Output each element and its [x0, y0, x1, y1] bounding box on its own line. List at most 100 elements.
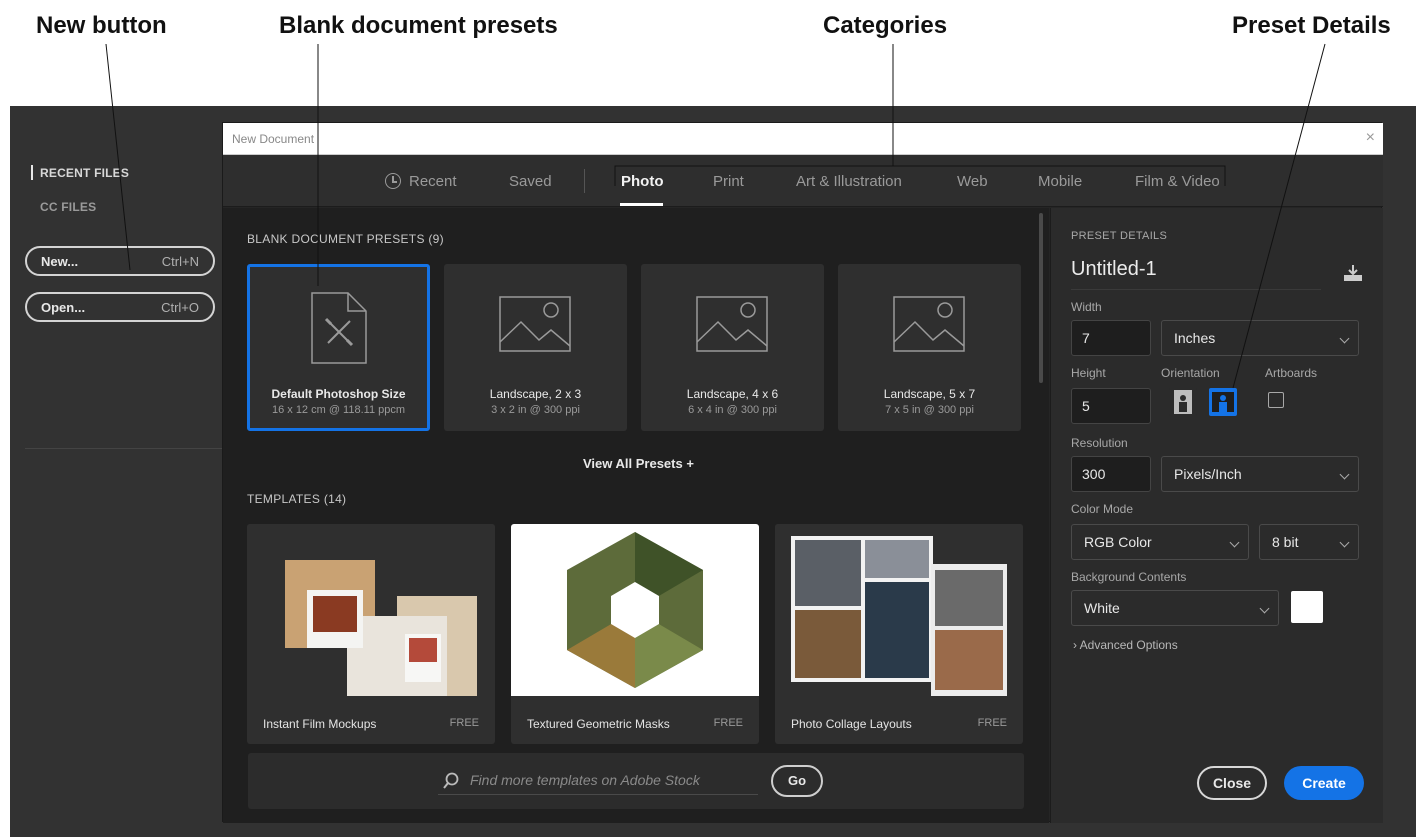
width-unit-select[interactable]: Inches: [1161, 320, 1359, 356]
tab-film-video[interactable]: Film & Video: [1135, 173, 1220, 190]
preset-card[interactable]: Default Photoshop Size 16 x 12 cm @ 118.…: [247, 264, 430, 431]
advanced-options-toggle[interactable]: › Advanced Options: [1073, 638, 1178, 652]
presets-main-area: BLANK DOCUMENT PRESETS (9) Default Photo…: [223, 208, 1049, 823]
panel-divider: [25, 448, 222, 449]
width-unit-value: Inches: [1174, 330, 1216, 346]
tab-art-illustration[interactable]: Art & Illustration: [796, 173, 902, 190]
go-button[interactable]: Go: [771, 765, 823, 797]
search-icon: [443, 772, 459, 789]
width-input[interactable]: 7: [1071, 320, 1151, 356]
stock-search-input[interactable]: Find more templates on Adobe Stock: [438, 769, 758, 795]
artboards-checkbox[interactable]: [1268, 392, 1284, 408]
advanced-options-label: Advanced Options: [1079, 638, 1178, 652]
templates-heading-text: TEMPLATES: [247, 492, 321, 506]
template-name: Photo Collage Layouts: [791, 717, 912, 731]
width-label: Width: [1071, 300, 1102, 314]
category-tabs: Recent Saved Photo Print Art & Illustrat…: [223, 155, 1383, 207]
bit-depth-select[interactable]: 8 bit: [1259, 524, 1359, 560]
portrait-orientation-button[interactable]: [1169, 388, 1197, 416]
chevron-down-icon: [1259, 603, 1270, 614]
orientation-label: Orientation: [1161, 366, 1220, 380]
preset-title: Default Photoshop Size: [271, 387, 406, 401]
open-button[interactable]: Open... Ctrl+O: [25, 292, 215, 322]
save-preset-icon[interactable]: [1342, 263, 1364, 283]
preset-card[interactable]: Landscape, 4 x 6 6 x 4 in @ 300 ppi: [641, 264, 824, 431]
image-icon: [893, 296, 965, 352]
portrait-icon: [1174, 390, 1192, 414]
presets-count: (9): [428, 232, 444, 246]
template-thumbnail: [775, 524, 1023, 696]
scrollbar[interactable]: [1039, 213, 1043, 383]
clock-icon: [385, 173, 401, 189]
template-card[interactable]: Photo Collage Layouts FREE: [775, 524, 1023, 744]
new-document-dialog: New Document × Recent Saved Photo Print …: [222, 122, 1383, 823]
tab-web[interactable]: Web: [957, 173, 988, 190]
template-thumbnail: [247, 524, 495, 696]
document-icon: [311, 292, 367, 364]
callout-categories: Categories: [823, 12, 948, 39]
close-button[interactable]: Close: [1197, 766, 1267, 800]
stock-search-bar: Find more templates on Adobe Stock Go: [248, 753, 1024, 809]
resolution-unit-select[interactable]: Pixels/Inch: [1161, 456, 1359, 492]
tab-photo[interactable]: Photo: [621, 173, 664, 190]
color-mode-select[interactable]: RGB Color: [1071, 524, 1249, 560]
open-shortcut: Ctrl+O: [161, 299, 199, 315]
resolution-label: Resolution: [1071, 436, 1128, 450]
height-input[interactable]: 5: [1071, 388, 1151, 424]
template-price: FREE: [977, 717, 1007, 729]
resolution-unit-value: Pixels/Inch: [1174, 466, 1242, 482]
recent-files-nav[interactable]: RECENT FILES: [30, 165, 129, 180]
preset-title: Landscape, 4 x 6: [686, 387, 779, 401]
background-contents-label: Background Contents: [1071, 570, 1187, 584]
image-icon: [696, 296, 768, 352]
tab-print[interactable]: Print: [713, 173, 744, 190]
close-icon[interactable]: ×: [1366, 129, 1375, 147]
color-mode-label: Color Mode: [1071, 502, 1134, 516]
tab-separator: [584, 169, 585, 193]
template-card[interactable]: Textured Geometric Masks FREE: [511, 524, 759, 744]
callout-new-button: New button: [36, 12, 167, 39]
chevron-down-icon: [1339, 537, 1350, 548]
tab-recent[interactable]: Recent: [385, 173, 457, 190]
callout-blank-presets: Blank document presets: [279, 12, 558, 39]
dialog-titlebar: New Document ×: [223, 123, 1383, 155]
template-thumbnail: [511, 524, 759, 696]
presets-heading-text: BLANK DOCUMENT PRESETS: [247, 232, 425, 246]
background-contents-value: White: [1084, 600, 1120, 616]
template-price: FREE: [713, 717, 743, 729]
stock-search-placeholder: Find more templates on Adobe Stock: [470, 772, 700, 788]
new-button[interactable]: New... Ctrl+N: [25, 246, 215, 276]
create-button[interactable]: Create: [1284, 766, 1364, 800]
templates-heading: TEMPLATES (14): [247, 492, 346, 506]
chevron-down-icon: [1229, 537, 1240, 548]
preset-subtitle: 16 x 12 cm @ 118.11 ppcm: [271, 404, 406, 416]
artboards-label: Artboards: [1265, 366, 1318, 380]
landscape-icon: [1212, 392, 1234, 412]
open-button-label: Open...: [41, 299, 86, 315]
preset-details-panel: PRESET DETAILS Untitled-1 Width 7 Inches…: [1050, 208, 1383, 823]
background-color-swatch[interactable]: [1291, 591, 1323, 623]
start-workspace-panel: RECENT FILES CC FILES New... Ctrl+N Open…: [10, 106, 222, 837]
template-card[interactable]: Instant Film Mockups FREE: [247, 524, 495, 744]
preset-title: Landscape, 2 x 3: [489, 387, 582, 401]
view-all-presets-link[interactable]: View All Presets +: [583, 456, 694, 471]
background-contents-select[interactable]: White: [1071, 590, 1279, 626]
dialog-title: New Document: [232, 131, 315, 146]
chevron-down-icon: [1339, 333, 1350, 344]
templates-count: (14): [323, 492, 347, 506]
landscape-orientation-button[interactable]: [1209, 388, 1237, 416]
resolution-input[interactable]: 300: [1071, 456, 1151, 492]
cc-files-nav[interactable]: CC FILES: [40, 200, 96, 214]
preset-card[interactable]: Landscape, 5 x 7 7 x 5 in @ 300 ppi: [838, 264, 1021, 431]
plus-icon: +: [686, 456, 694, 471]
view-all-label: View All Presets: [583, 456, 683, 471]
tab-mobile[interactable]: Mobile: [1038, 173, 1082, 190]
preset-subtitle: 3 x 2 in @ 300 ppi: [491, 404, 580, 416]
tab-saved[interactable]: Saved: [509, 173, 552, 190]
image-icon: [499, 296, 571, 352]
preset-title: Landscape, 5 x 7: [883, 387, 976, 401]
document-name-field[interactable]: Untitled-1: [1071, 258, 1321, 290]
screenshot-root: New button Blank document presets Catego…: [0, 0, 1416, 837]
preset-card[interactable]: Landscape, 2 x 3 3 x 2 in @ 300 ppi: [444, 264, 627, 431]
template-name: Instant Film Mockups: [263, 717, 377, 731]
